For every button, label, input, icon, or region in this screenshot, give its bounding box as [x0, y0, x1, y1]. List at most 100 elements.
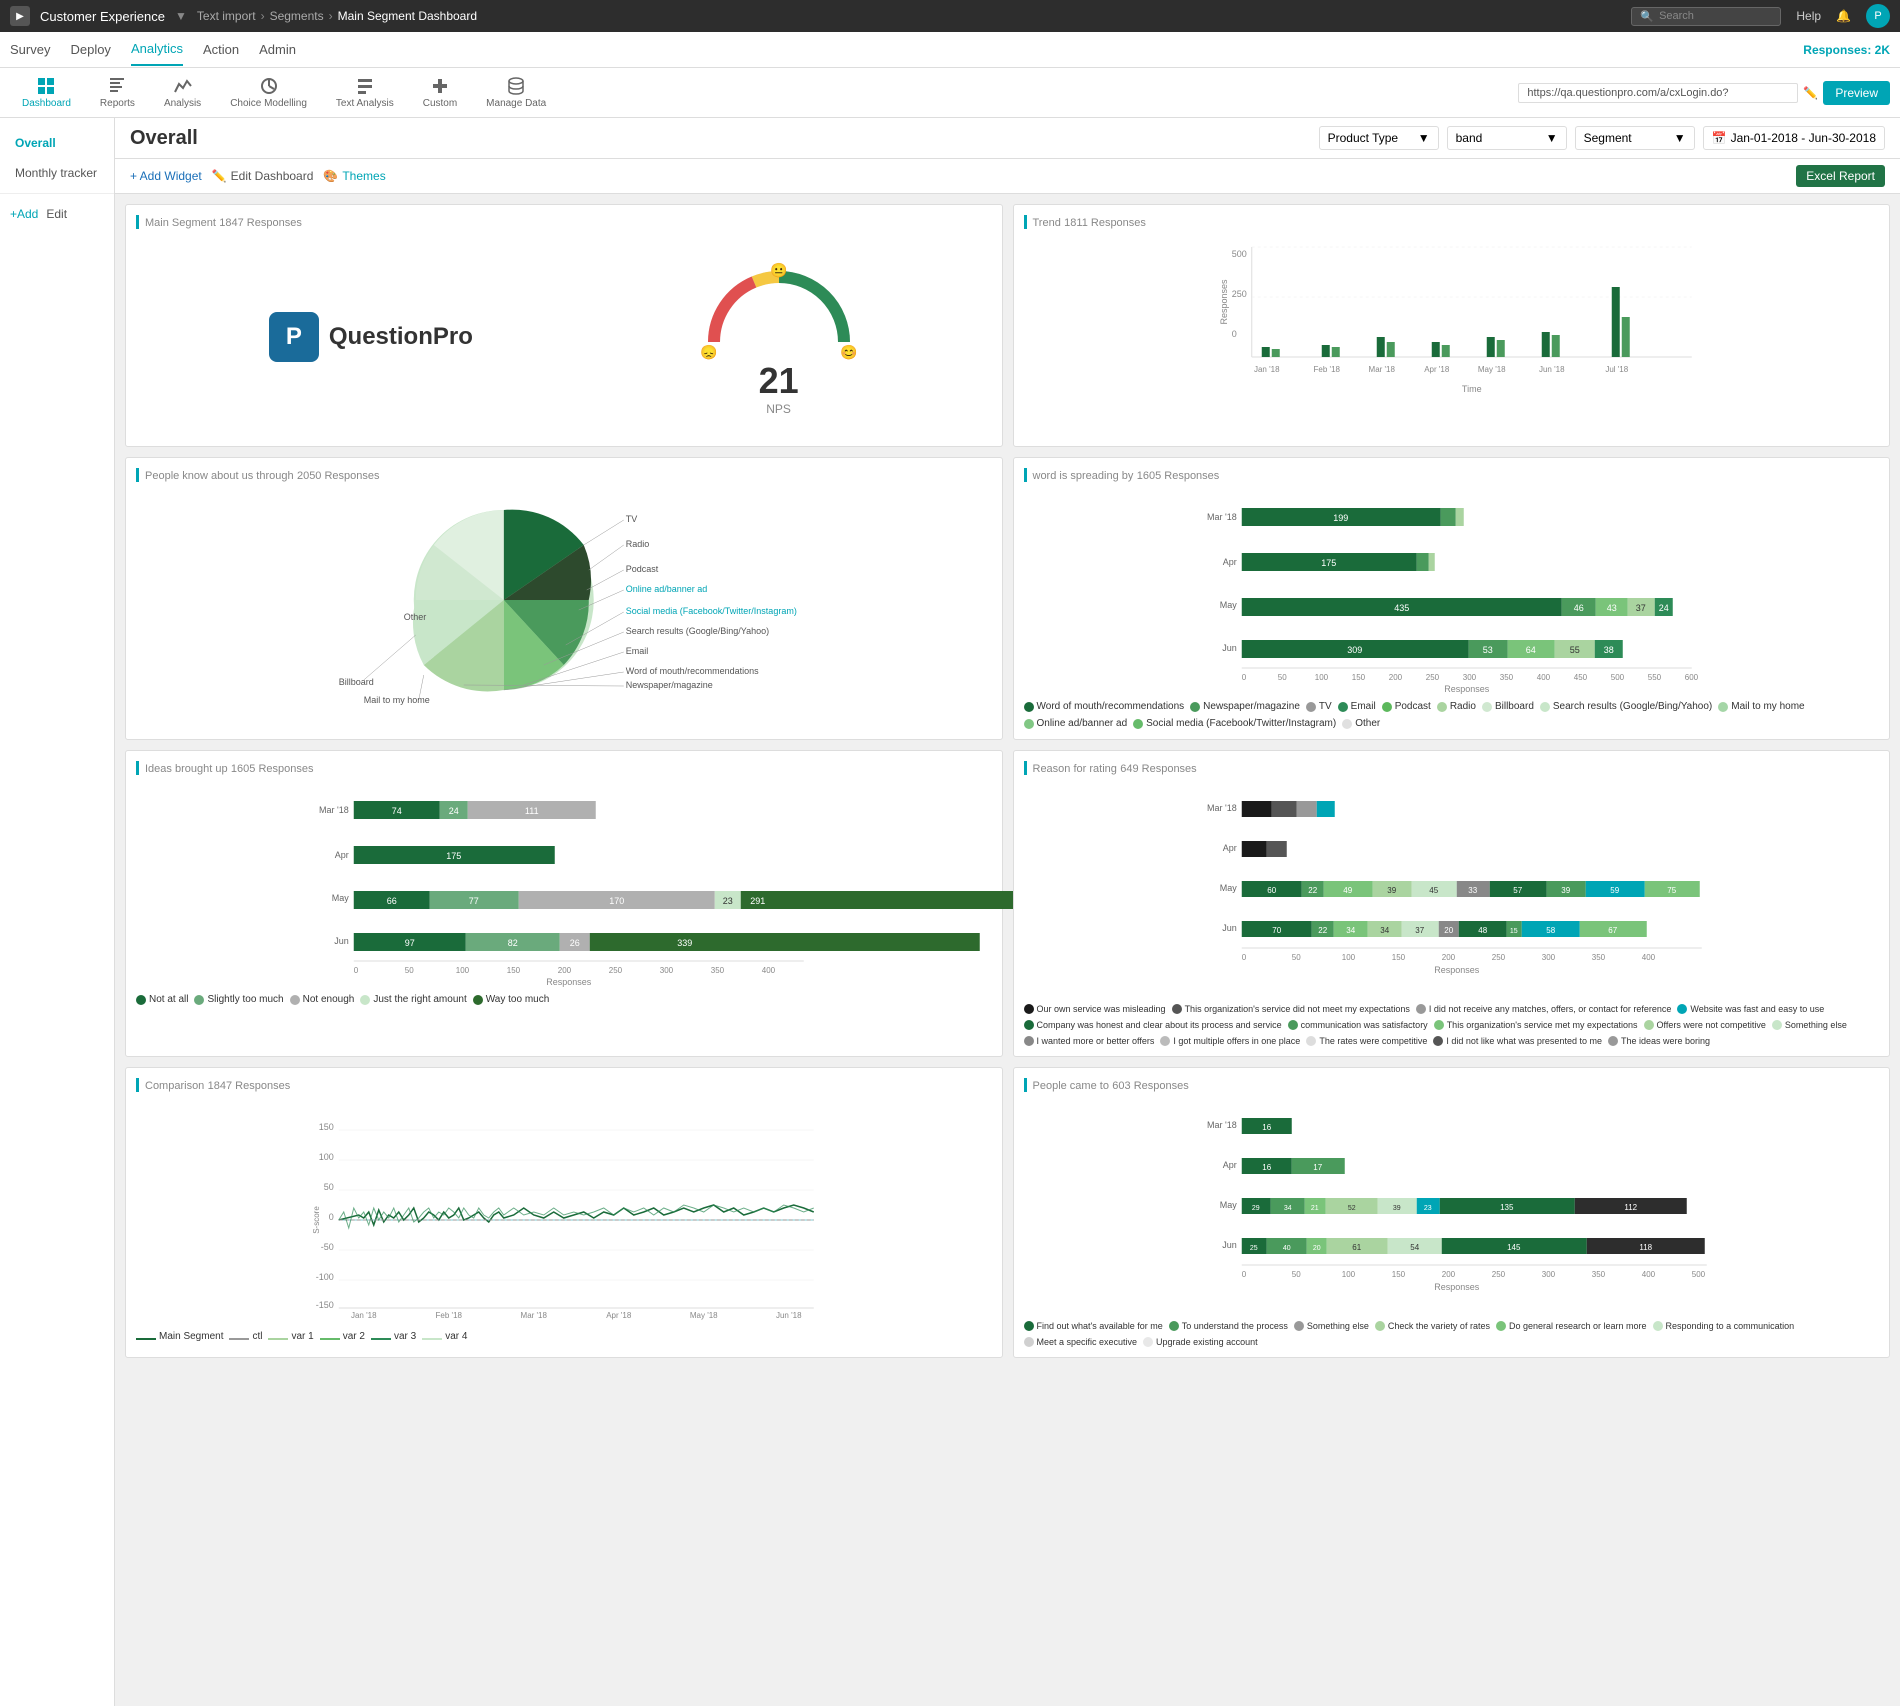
- svg-text:39: 39: [1392, 1205, 1400, 1212]
- svg-text:May: May: [1219, 1200, 1237, 1210]
- workspace-label[interactable]: Customer Experience: [40, 9, 165, 24]
- nps-widget: Main Segment 1847 Responses P QuestionPr…: [125, 204, 1003, 447]
- edit-url-icon[interactable]: ✏️: [1803, 86, 1818, 100]
- svg-text:600: 600: [1684, 673, 1698, 682]
- nav-item-dashboard[interactable]: Dashboard: [10, 72, 83, 113]
- nav-item-custom[interactable]: Custom: [411, 72, 469, 113]
- svg-text:250: 250: [1231, 289, 1246, 299]
- svg-text:52: 52: [1347, 1205, 1355, 1212]
- nps-label: NPS: [699, 402, 859, 416]
- svg-text:200: 200: [1388, 673, 1402, 682]
- svg-text:Responses: Responses: [1434, 1282, 1480, 1292]
- segment-dropdown[interactable]: Segment ▼: [1575, 126, 1695, 150]
- band-dropdown[interactable]: band ▼: [1447, 126, 1567, 150]
- svg-text:70: 70: [1272, 926, 1281, 935]
- svg-text:Apr '18: Apr '18: [606, 1311, 632, 1320]
- sidebar-item-overall[interactable]: Overall: [0, 128, 114, 158]
- svg-text:0: 0: [329, 1212, 334, 1222]
- svg-text:400: 400: [1641, 1270, 1655, 1279]
- svg-text:350: 350: [1591, 953, 1605, 962]
- svg-text:58: 58: [1546, 926, 1555, 935]
- svg-text:291: 291: [750, 896, 765, 906]
- comparison-legend: Main Segment ctl var 1 var 2 var 3 var 4: [136, 1331, 992, 1342]
- svg-text:23: 23: [1423, 1205, 1431, 1212]
- svg-text:-50: -50: [321, 1242, 334, 1252]
- svg-text:38: 38: [1603, 645, 1613, 655]
- svg-text:Radio: Radio: [626, 539, 650, 549]
- svg-text:100: 100: [1314, 673, 1328, 682]
- nav-survey[interactable]: Survey: [10, 34, 50, 65]
- reason-legend: Our own service was misleading This orga…: [1024, 1004, 1880, 1046]
- comparison-title: Comparison 1847 Responses: [136, 1078, 992, 1092]
- svg-text:50: 50: [1291, 1270, 1300, 1279]
- people-came-title: People came to 603 Responses: [1024, 1078, 1880, 1092]
- breadcrumb-item-2[interactable]: Segments: [270, 9, 324, 23]
- nav-item-text-analysis[interactable]: Text Analysis: [324, 72, 406, 113]
- svg-text:66: 66: [387, 896, 397, 906]
- notification-icon[interactable]: 🔔: [1836, 9, 1851, 23]
- edit-dashboard-btn[interactable]: ✏️ Edit Dashboard: [212, 169, 314, 183]
- svg-text:15: 15: [1509, 928, 1517, 935]
- people-know-title: People know about us through 2050 Respon…: [136, 468, 992, 482]
- nav-item-analysis[interactable]: Analysis: [152, 72, 213, 113]
- svg-text:Apr: Apr: [1222, 843, 1236, 853]
- svg-text:😐: 😐: [770, 262, 787, 278]
- svg-text:250: 250: [1491, 1270, 1505, 1279]
- svg-text:75: 75: [1667, 886, 1676, 895]
- svg-text:Mar '18: Mar '18: [319, 805, 349, 815]
- svg-text:20: 20: [1444, 926, 1453, 935]
- svg-text:350: 350: [1591, 1270, 1605, 1279]
- url-input[interactable]: [1518, 83, 1798, 103]
- nav-item-choice-modelling[interactable]: Choice Modelling: [218, 72, 319, 113]
- svg-text:Search results (Google/Bing/Ya: Search results (Google/Bing/Yahoo): [626, 626, 769, 636]
- svg-text:309: 309: [1347, 645, 1362, 655]
- themes-btn[interactable]: 🎨 Themes: [323, 169, 385, 183]
- excel-report-button[interactable]: Excel Report: [1796, 165, 1885, 187]
- svg-text:111: 111: [525, 806, 539, 816]
- url-bar: ✏️ Preview: [1518, 81, 1890, 105]
- nav-item-manage-data[interactable]: Manage Data: [474, 72, 558, 113]
- search-box[interactable]: 🔍 Search: [1631, 7, 1781, 26]
- svg-text:Jun: Jun: [1222, 923, 1237, 933]
- add-widget-btn[interactable]: + Add Widget: [130, 169, 202, 183]
- dashboard-grid: Main Segment 1847 Responses P QuestionPr…: [115, 194, 1900, 1368]
- svg-text:22: 22: [1308, 886, 1317, 895]
- icon-nav: Dashboard Reports Analysis Choice Modell…: [0, 68, 1900, 118]
- nav-action[interactable]: Action: [203, 34, 239, 65]
- user-avatar[interactable]: P: [1866, 4, 1890, 28]
- nav-deploy[interactable]: Deploy: [70, 34, 110, 65]
- top-bar: ▶ Customer Experience ▼ Text import › Se…: [0, 0, 1900, 32]
- svg-text:200: 200: [558, 966, 572, 975]
- nav-choice-label: Choice Modelling: [230, 98, 307, 109]
- svg-text:S-score: S-score: [312, 1206, 321, 1234]
- product-type-dropdown[interactable]: Product Type ▼: [1319, 126, 1439, 150]
- sidebar-item-monthly-tracker[interactable]: Monthly tracker: [0, 158, 114, 188]
- svg-text:400: 400: [1641, 953, 1655, 962]
- svg-text:250: 250: [1425, 673, 1439, 682]
- svg-text:59: 59: [1610, 886, 1619, 895]
- svg-text:Billboard: Billboard: [339, 677, 374, 687]
- add-link[interactable]: +Add: [10, 207, 38, 221]
- preview-button[interactable]: Preview: [1823, 81, 1890, 105]
- nav-analytics[interactable]: Analytics: [131, 33, 183, 66]
- svg-text:112: 112: [1624, 1203, 1637, 1212]
- help-label[interactable]: Help: [1796, 9, 1821, 23]
- toolbar-left: + Add Widget ✏️ Edit Dashboard 🎨 Themes: [130, 169, 386, 183]
- comparison-chart: 150 100 50 0 -50 -100 -150: [136, 1100, 992, 1320]
- edit-link[interactable]: Edit: [46, 207, 67, 221]
- svg-text:Apr '18: Apr '18: [1424, 365, 1450, 374]
- ideas-chart: Mar '18 Apr May Jun 74 24 111 175: [136, 783, 992, 983]
- breadcrumb-item-1[interactable]: Text import: [197, 9, 256, 23]
- svg-text:400: 400: [1536, 673, 1550, 682]
- svg-text:74: 74: [392, 806, 402, 816]
- date-range-picker[interactable]: 📅 Jan-01-2018 - Jun-30-2018: [1703, 126, 1885, 150]
- toolbar: + Add Widget ✏️ Edit Dashboard 🎨 Themes …: [115, 159, 1900, 194]
- svg-text:Responses: Responses: [1434, 965, 1480, 975]
- word-spreading-legend: Word of mouth/recommendations Newspaper/…: [1024, 701, 1880, 729]
- svg-text:39: 39: [1561, 886, 1570, 895]
- nav-item-reports[interactable]: Reports: [88, 72, 147, 113]
- trend-chart: 500 250 0: [1024, 237, 1880, 397]
- svg-text:Mar '18: Mar '18: [521, 1311, 548, 1320]
- nav-admin[interactable]: Admin: [259, 34, 296, 65]
- svg-text:200: 200: [1441, 1270, 1455, 1279]
